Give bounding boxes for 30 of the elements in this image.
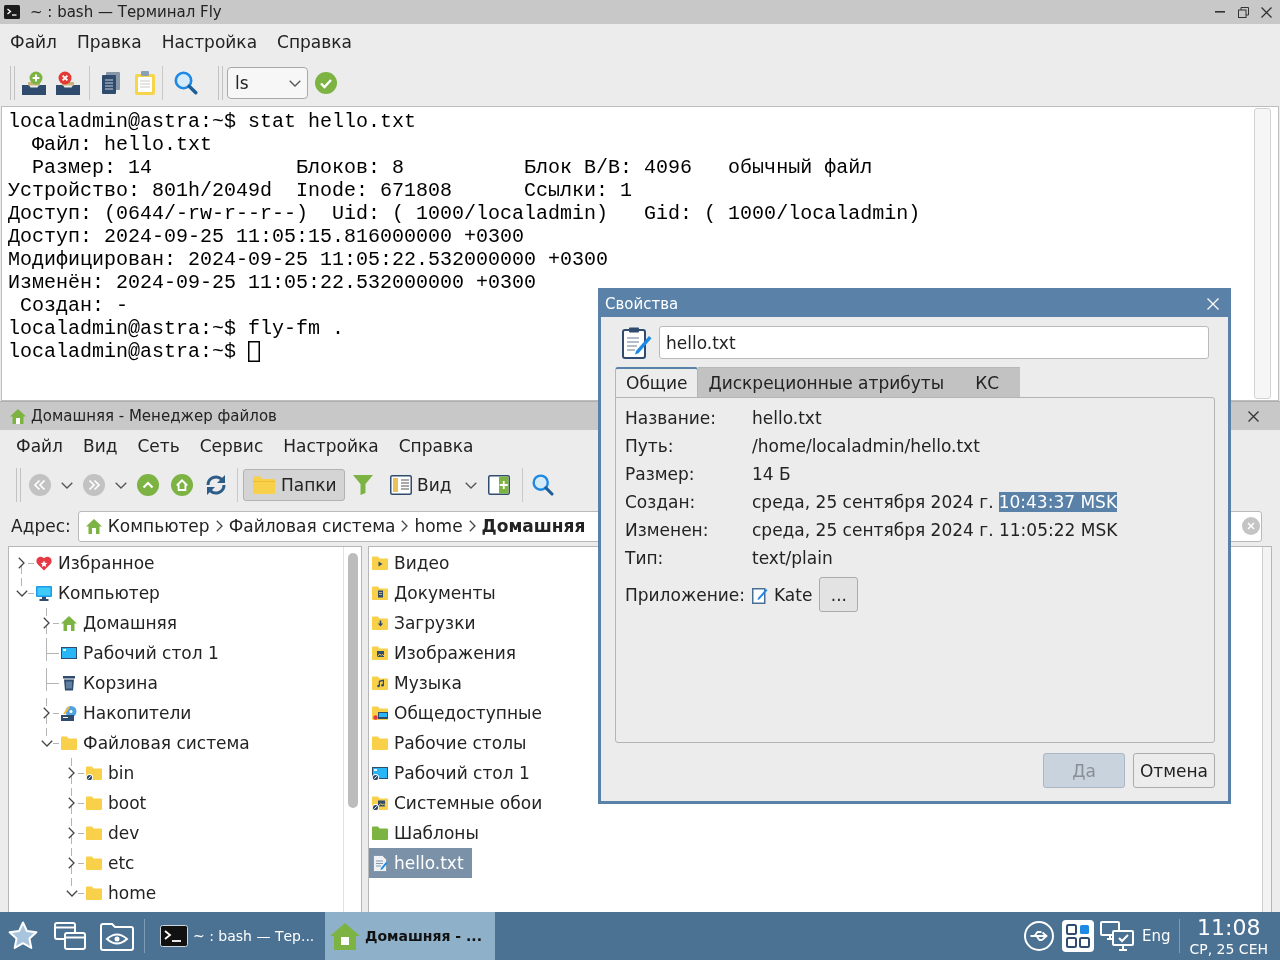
window-title: Домашняя - Менеджер файлов [31, 407, 277, 425]
field-value: Kate [774, 584, 813, 605]
field-label: Размер: [625, 464, 696, 484]
field-label: Путь: [625, 436, 675, 456]
field-value: text/plain [752, 548, 833, 568]
field-label: Адрес: [11, 516, 71, 536]
field-value: среда, 25 сентября 2024 г. [752, 492, 994, 512]
field-value: 14 Б [752, 464, 791, 484]
window-title: ~ : bash — Терминал Fly [30, 3, 222, 21]
field-label: Название: [625, 408, 718, 428]
terminal-line: Модифицирован: 2024-09-25 11:05:22.532000000 +0300 [8, 248, 609, 271]
terminal-line: Доступ: (0644/-rw-r--r--) Uid: ( 1000/localadmin) Gid: ( 1000/localadmin) [8, 202, 921, 225]
terminal-line: localadmin@astra:~$ [8, 340, 237, 363]
field-label: Изменен: [625, 520, 710, 540]
selected-text: 10:43:37 MSK [998, 492, 1118, 512]
terminal-line: Изменён: 2024-09-25 11:05:22.532000000 +0300 [8, 271, 537, 294]
terminal-line: Доступ: 2024-09-25 11:05:15.816000000 +0300 [8, 225, 525, 248]
field-label: Тип: [625, 548, 665, 568]
terminal-line: Создан: - [19, 294, 129, 317]
dialog-title: Свойства [605, 295, 679, 313]
terminal-line: localadmin@astra:~$ stat hello.txt [8, 110, 417, 133]
terminal-line: Устройство: 801h/2049d Inode: 671808 Ссылки: 1 [8, 179, 633, 202]
field-value: hello.txt [752, 408, 822, 428]
field-value: среда, 25 сентября 2024 г. 11:05:22 MSK [752, 520, 1118, 540]
terminal-line: localadmin@astra:~$ fly-fm . [8, 317, 345, 340]
field-label: Приложение: [625, 584, 746, 605]
field-label: Создан: [625, 492, 697, 512]
field-value: /home/localadmin/hello.txt [752, 436, 980, 456]
terminal-line: Файл: hello.txt [31, 133, 213, 156]
terminal-line: Размер: 14 Блоков: 8 Блок В/В: 4096 обычный файл [31, 156, 873, 179]
